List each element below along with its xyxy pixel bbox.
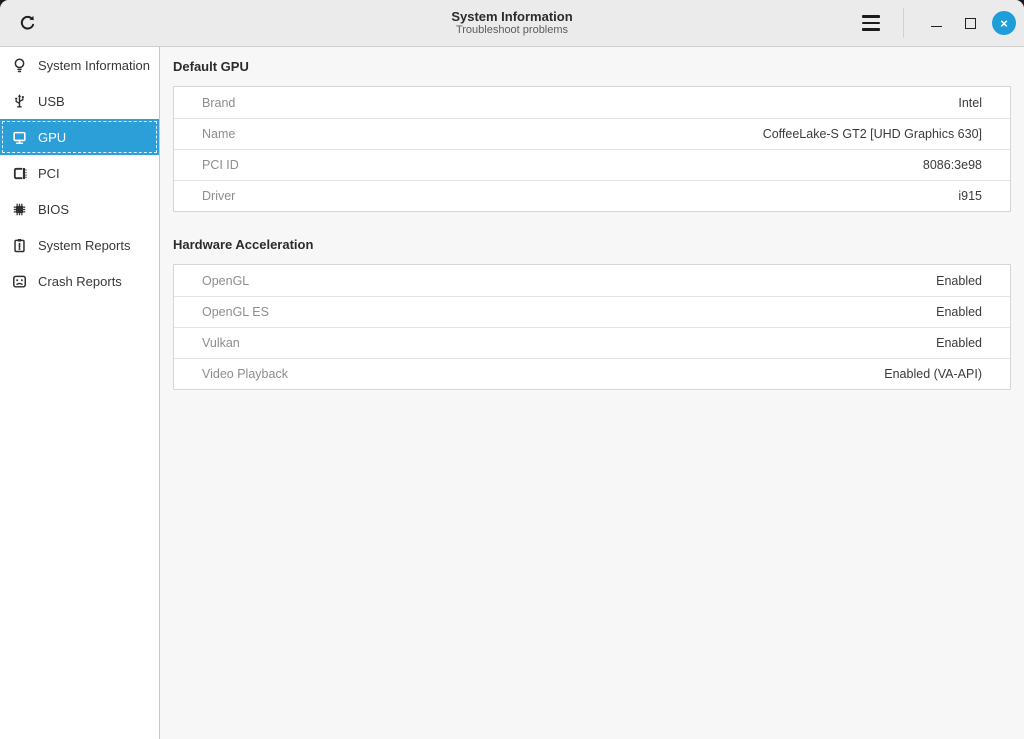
row-label: Brand xyxy=(202,96,235,110)
refresh-icon xyxy=(18,14,37,33)
maximize-icon xyxy=(965,18,976,29)
section-title: Default GPU xyxy=(173,59,1011,74)
info-section: Hardware Acceleration OpenGL Enabled Ope… xyxy=(173,237,1011,390)
minimize-button[interactable] xyxy=(922,9,950,37)
info-table: Brand Intel Name CoffeeLake-S GT2 [UHD G… xyxy=(173,86,1011,212)
sidebar-item-bios[interactable]: BIOS xyxy=(0,191,159,227)
sidebar-item-gpu[interactable]: GPU xyxy=(0,119,159,155)
sidebar-item-system-information[interactable]: System Information xyxy=(0,47,159,83)
row-label: PCI ID xyxy=(202,158,239,172)
monitor-icon xyxy=(10,128,28,146)
lightbulb-icon xyxy=(10,56,28,74)
row-label: Vulkan xyxy=(202,336,240,350)
chip-icon xyxy=(10,200,28,218)
sidebar-item-crash-reports[interactable]: Crash Reports xyxy=(0,263,159,299)
close-button[interactable]: × xyxy=(992,11,1016,35)
row-value: Intel xyxy=(958,96,982,110)
sidebar: System Information USB GPU PCI BIOS Syst… xyxy=(0,47,160,739)
row-label: OpenGL xyxy=(202,274,249,288)
row-value: Enabled xyxy=(936,274,982,288)
content-area: Default GPU Brand Intel Name CoffeeLake-… xyxy=(160,47,1024,739)
window-subtitle: Troubleshoot problems xyxy=(456,24,568,37)
pci-card-icon xyxy=(10,164,28,182)
row-value: Enabled (VA-API) xyxy=(884,367,982,381)
titlebar-separator xyxy=(903,8,904,38)
window-title: System Information xyxy=(451,9,572,24)
minimize-icon xyxy=(931,26,942,27)
row-value: Enabled xyxy=(936,336,982,350)
table-row: PCI ID 8086:3e98 xyxy=(174,149,1010,180)
menu-button[interactable] xyxy=(853,6,889,40)
row-value: 8086:3e98 xyxy=(923,158,982,172)
usb-icon xyxy=(10,92,28,110)
row-label: Driver xyxy=(202,189,235,203)
clipboard-alert-icon xyxy=(10,236,28,254)
table-row: Vulkan Enabled xyxy=(174,327,1010,358)
row-label: OpenGL ES xyxy=(202,305,269,319)
row-value: Enabled xyxy=(936,305,982,319)
table-row: OpenGL ES Enabled xyxy=(174,296,1010,327)
maximize-button[interactable] xyxy=(956,9,984,37)
titlebar: System Information Troubleshoot problems… xyxy=(0,0,1024,47)
row-value: i915 xyxy=(958,189,982,203)
table-row: Name CoffeeLake-S GT2 [UHD Graphics 630] xyxy=(174,118,1010,149)
info-section: Default GPU Brand Intel Name CoffeeLake-… xyxy=(173,59,1011,212)
app-window: System Information Troubleshoot problems… xyxy=(0,0,1024,739)
table-row: Video Playback Enabled (VA-API) xyxy=(174,358,1010,389)
table-row: Brand Intel xyxy=(174,87,1010,118)
refresh-button[interactable] xyxy=(10,6,44,40)
table-row: OpenGL Enabled xyxy=(174,265,1010,296)
sidebar-item-pci[interactable]: PCI xyxy=(0,155,159,191)
row-label: Video Playback xyxy=(202,367,288,381)
table-row: Driver i915 xyxy=(174,180,1010,211)
close-icon: × xyxy=(1000,17,1008,30)
row-value: CoffeeLake-S GT2 [UHD Graphics 630] xyxy=(763,127,982,141)
row-label: Name xyxy=(202,127,235,141)
sidebar-item-system-reports[interactable]: System Reports xyxy=(0,227,159,263)
sidebar-item-usb[interactable]: USB xyxy=(0,83,159,119)
info-table: OpenGL Enabled OpenGL ES Enabled Vulkan … xyxy=(173,264,1011,390)
section-title: Hardware Acceleration xyxy=(173,237,1011,252)
crash-face-icon xyxy=(10,272,28,290)
